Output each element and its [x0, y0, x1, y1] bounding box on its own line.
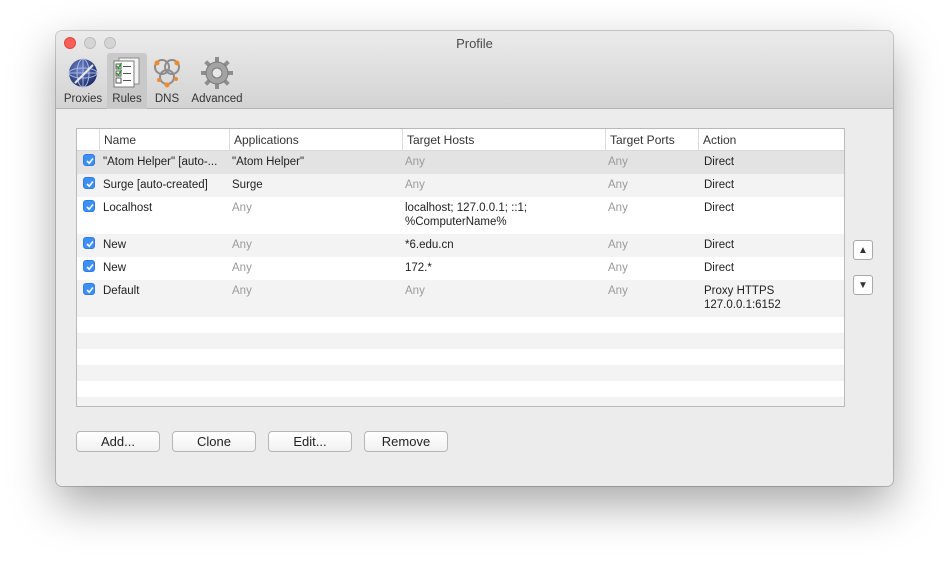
clone-button[interactable]: Clone	[172, 431, 256, 452]
checkmark-icon	[86, 263, 94, 271]
column-header-applications[interactable]: Applications	[229, 129, 402, 151]
titlebar: Profile Proxies Rules DNS Advanced	[56, 31, 893, 109]
rule-action: Direct	[704, 262, 735, 274]
rule-hosts: 172.*	[405, 262, 432, 274]
rule-ports: Any	[608, 285, 628, 297]
rule-action: Proxy HTTPS 127.0.0.1:6152	[704, 285, 781, 311]
column-header-target-hosts[interactable]: Target Hosts	[402, 129, 605, 151]
rule-applications: Any	[232, 239, 252, 251]
table-row[interactable]: Localhost Any localhost; 127.0.0.1; ::1;…	[77, 197, 844, 234]
rule-action: Direct	[704, 156, 735, 168]
rule-applications: Any	[232, 262, 252, 274]
rule-enabled-checkbox[interactable]	[83, 260, 95, 272]
toolbar-dns[interactable]: DNS	[150, 53, 184, 109]
table-row[interactable]: New Any 172.* Any Direct	[77, 257, 844, 280]
rule-name: "Atom Helper" [auto-...	[103, 156, 218, 168]
empty-row	[77, 381, 844, 397]
rule-enabled-checkbox[interactable]	[83, 177, 95, 189]
toolbar-label: Advanced	[191, 93, 243, 105]
column-header-target-ports[interactable]: Target Ports	[605, 129, 698, 151]
rule-applications: Surge	[232, 179, 263, 191]
rule-hosts: Any	[405, 285, 425, 297]
rule-enabled-checkbox[interactable]	[83, 154, 95, 166]
empty-row	[77, 349, 844, 365]
globe-icon	[68, 58, 98, 88]
toolbar-label: DNS	[154, 93, 180, 105]
window-title: Profile	[456, 36, 493, 51]
checkmark-icon	[86, 180, 94, 188]
column-header-name[interactable]: Name	[99, 129, 229, 151]
checkmark-icon	[86, 203, 94, 211]
rule-applications: Any	[232, 202, 252, 214]
checkmark-icon	[86, 157, 94, 165]
toolbar-label: Proxies	[63, 93, 103, 105]
rule-enabled-checkbox[interactable]	[83, 200, 95, 212]
rule-ports: Any	[608, 179, 628, 191]
remove-button[interactable]: Remove	[364, 431, 448, 452]
empty-row	[77, 333, 844, 349]
edit-button[interactable]: Edit...	[268, 431, 352, 452]
empty-row	[77, 365, 844, 381]
dns-icon	[154, 59, 180, 88]
rules-table[interactable]: Name Applications Target Hosts Target Po…	[76, 128, 845, 407]
checkmark-icon	[86, 286, 94, 294]
column-header-enabled[interactable]	[77, 129, 99, 151]
checkmark-icon	[86, 240, 94, 248]
rule-enabled-checkbox[interactable]	[83, 237, 95, 249]
rule-name: Default	[103, 285, 140, 297]
rule-applications: Any	[232, 285, 252, 297]
toolbar-label: Rules	[112, 93, 142, 105]
add-button[interactable]: Add...	[76, 431, 160, 452]
empty-row	[77, 397, 844, 406]
rule-hosts: *6.edu.cn	[405, 239, 454, 251]
toolbar-rules[interactable]: Rules	[107, 53, 147, 109]
rule-ports: Any	[608, 202, 628, 214]
table-row[interactable]: "Atom Helper" [auto-... "Atom Helper" An…	[77, 151, 844, 174]
table-row[interactable]: New Any *6.edu.cn Any Direct	[77, 234, 844, 257]
checklist-icon	[113, 57, 140, 88]
gear-icon	[201, 57, 233, 89]
rule-name: Surge [auto-created]	[103, 179, 208, 191]
empty-row	[77, 317, 844, 333]
rule-hosts: Any	[405, 179, 425, 191]
rule-action: Direct	[704, 179, 735, 191]
rule-hosts: localhost; 127.0.0.1; ::1; %ComputerName…	[405, 202, 528, 228]
rule-applications: "Atom Helper"	[232, 156, 305, 168]
rule-action: Direct	[704, 202, 735, 214]
rule-name: Localhost	[103, 202, 153, 214]
rule-ports: Any	[608, 239, 628, 251]
toolbar-advanced[interactable]: Advanced	[188, 53, 246, 109]
rule-action: Direct	[704, 239, 735, 251]
profile-window: Profile Proxies Rules DNS Advanced Name …	[56, 31, 893, 486]
rule-name: New	[103, 262, 127, 274]
rule-enabled-checkbox[interactable]	[83, 283, 95, 295]
rule-ports: Any	[608, 262, 628, 274]
rule-hosts: Any	[405, 156, 425, 168]
rule-name: New	[103, 239, 127, 251]
table-header: Name Applications Target Hosts Target Po…	[77, 129, 844, 151]
column-header-action[interactable]: Action	[698, 129, 844, 151]
move-down-button[interactable]: ▼	[853, 275, 873, 295]
toolbar-proxies[interactable]: Proxies	[62, 53, 104, 109]
rule-ports: Any	[608, 156, 628, 168]
table-row[interactable]: Default Any Any Any Proxy HTTPS 127.0.0.…	[77, 280, 844, 317]
rules-pane: Name Applications Target Hosts Target Po…	[56, 109, 893, 486]
table-row[interactable]: Surge [auto-created] Surge Any Any Direc…	[77, 174, 844, 197]
move-up-button[interactable]: ▲	[853, 240, 873, 260]
